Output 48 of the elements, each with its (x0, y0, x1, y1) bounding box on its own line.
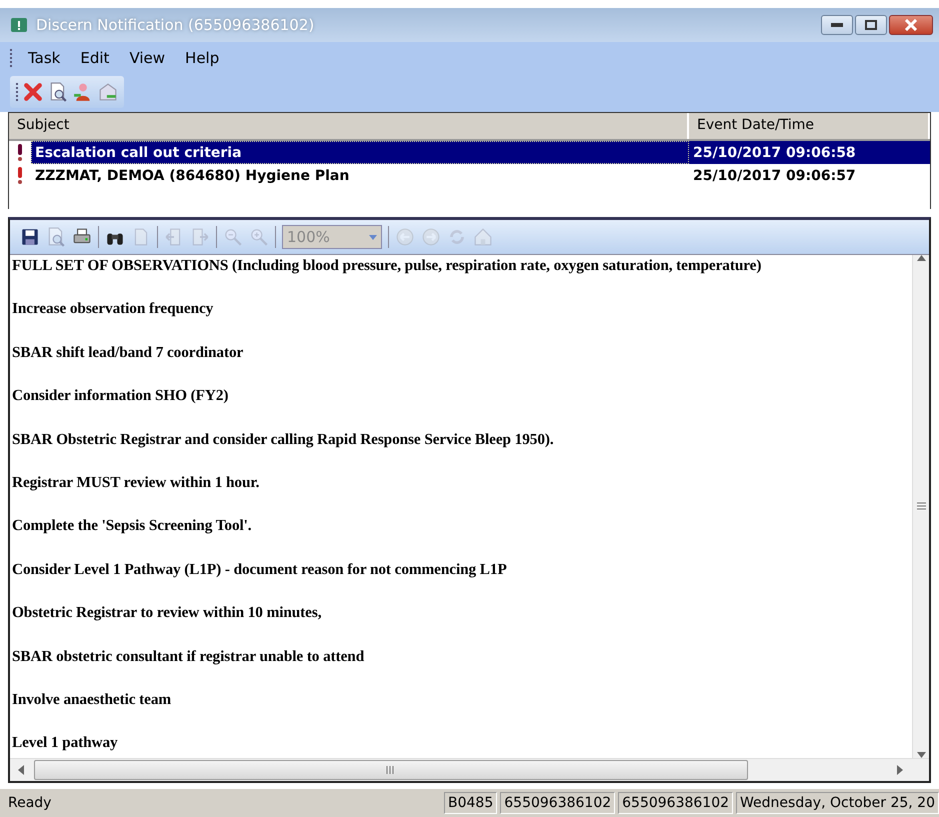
status-panel: 655096386102 (500, 792, 616, 814)
scroll-up-arrow-icon[interactable] (916, 255, 926, 261)
vertical-scrollbar[interactable] (912, 255, 929, 758)
dropdown-arrow-icon (369, 234, 377, 240)
datetime-cell-text: 25/10/2017 09:06:57 (692, 166, 857, 186)
document-text: SBAR Obstetric Registrar and consider calling Rapid Response Service Bleep 1950). (12, 430, 555, 449)
horizontal-scrollbar[interactable] (10, 758, 929, 781)
document-text: Complete the 'Sepsis Screening Tool'. (12, 517, 253, 536)
minimize-icon (831, 23, 843, 27)
maximize-icon (865, 20, 877, 30)
list-row[interactable]: ZZZMAT, DEMOA (864680) Hygiene Plan 25/10/2017 09:06:57 (9, 164, 930, 187)
document-text: FULL SET OF OBSERVATIONS (Including blood pressure, pulse, respiration rate, oxygen saturation, temperature) (12, 257, 762, 275)
menu-item[interactable]: Task (20, 47, 68, 69)
subject-cell-text: ZZZMAT, DEMOA (864680) Hygiene Plan (34, 166, 350, 186)
exclamation-icon (16, 167, 24, 184)
document-text: Level 1 pathway (12, 734, 119, 752)
grip-icon (916, 502, 926, 511)
document-text: Consider Level 1 Pathway (L1P) - document reason for not commencing L1P (12, 560, 508, 579)
document-text: SBAR obstetric consultant if registrar unable to attend (12, 648, 366, 666)
document-text: Involve anaesthetic team (12, 690, 172, 709)
exclamation-icon (16, 144, 24, 161)
document-magnifier-icon[interactable] (48, 82, 68, 102)
menu-item[interactable]: Help (177, 47, 228, 69)
subject-cell: Escalation call out criteria (31, 141, 689, 164)
document-text: Consider information SHO (FY2) (12, 387, 230, 406)
status-panel: B0485 (444, 792, 498, 814)
datetime-cell: 25/10/2017 09:06:58 (689, 141, 930, 164)
app-icon[interactable] (10, 16, 28, 34)
close-button[interactable] (889, 15, 933, 35)
column-header[interactable]: Subject (9, 113, 689, 139)
document-text: Obstetric Registrar to review within 10 minutes, (12, 604, 322, 622)
status-panel: 655096386102 (618, 792, 734, 814)
scroll-down-arrow-icon[interactable] (916, 752, 926, 758)
grip-icon (386, 766, 396, 774)
window-title: Discern Notification (655096386102) (36, 16, 316, 34)
column-header[interactable]: Event Date/Time (689, 113, 930, 139)
close-icon (904, 19, 918, 31)
document-text: Increase observation frequency (12, 300, 214, 318)
status-panel: Wednesday, October 25, 20 (736, 792, 939, 814)
list-row[interactable]: Escalation call out criteria 25/10/2017 09:06:58 (9, 141, 930, 164)
document-text: SBAR shift lead/band 7 coordinator (12, 344, 244, 362)
status-message: Ready (8, 795, 52, 811)
minimize-button[interactable] (821, 15, 853, 35)
document-text: Registrar MUST review within 1 hour. (12, 474, 260, 492)
menu-item[interactable]: View (121, 47, 174, 69)
maximize-button[interactable] (855, 15, 887, 35)
delete-icon[interactable] (23, 82, 43, 102)
menu-item[interactable]: Edit (72, 47, 118, 69)
